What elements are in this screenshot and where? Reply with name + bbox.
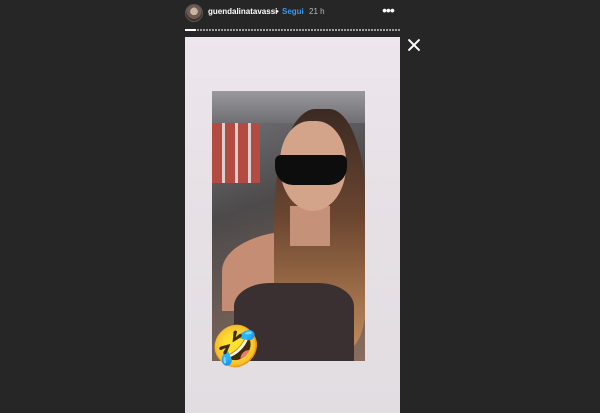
story-frame[interactable]: 🤣	[185, 37, 400, 413]
story-photo	[212, 91, 365, 361]
follow-button[interactable]: Segui	[282, 7, 304, 16]
close-icon[interactable]	[405, 36, 423, 54]
more-icon[interactable]: •••	[380, 3, 396, 17]
story-progress-fill	[185, 29, 196, 31]
avatar[interactable]	[185, 4, 203, 22]
laughing-emoji-sticker: 🤣	[211, 325, 261, 369]
separator-dot: •	[276, 7, 279, 16]
username-link[interactable]: guendalinatavassi	[208, 7, 277, 16]
timestamp: 21 h	[309, 7, 325, 16]
story-header: guendalinatavassi • Segui 21 h •••	[0, 0, 600, 26]
sunglasses	[275, 155, 347, 185]
story-progress-bar	[185, 29, 400, 31]
